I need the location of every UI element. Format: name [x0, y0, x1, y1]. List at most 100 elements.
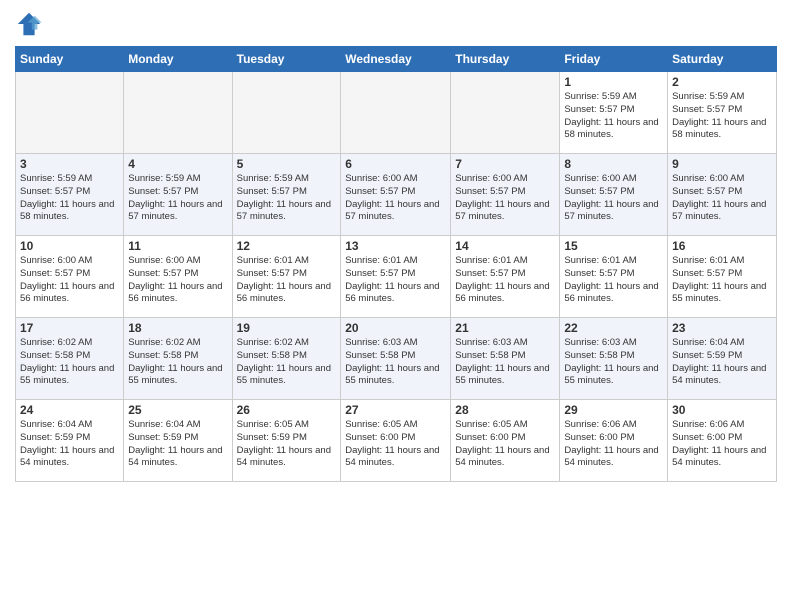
calendar-cell: 6 Sunrise: 6:00 AMSunset: 5:57 PMDaylight…: [341, 154, 451, 236]
day-number: 7: [455, 157, 555, 171]
calendar-cell: 5 Sunrise: 5:59 AMSunset: 5:57 PMDaylight…: [232, 154, 341, 236]
calendar-cell: 4 Sunrise: 5:59 AMSunset: 5:57 PMDaylight…: [124, 154, 232, 236]
day-info: Sunrise: 6:00 AMSunset: 5:57 PMDaylight:…: [128, 255, 227, 306]
day-info: Sunrise: 6:00 AMSunset: 5:57 PMDaylight:…: [20, 255, 119, 306]
day-number: 27: [345, 403, 446, 417]
day-info: Sunrise: 6:04 AMSunset: 5:59 PMDaylight:…: [672, 337, 772, 388]
calendar-cell: 23 Sunrise: 6:04 AMSunset: 5:59 PMDayligh…: [668, 318, 777, 400]
day-info: Sunrise: 6:02 AMSunset: 5:58 PMDaylight:…: [128, 337, 227, 388]
weekday-header-saturday: Saturday: [668, 47, 777, 72]
day-info: Sunrise: 6:01 AMSunset: 5:57 PMDaylight:…: [564, 255, 663, 306]
weekday-header-friday: Friday: [560, 47, 668, 72]
calendar-cell: 19 Sunrise: 6:02 AMSunset: 5:58 PMDayligh…: [232, 318, 341, 400]
day-number: 25: [128, 403, 227, 417]
day-number: 12: [237, 239, 337, 253]
day-number: 28: [455, 403, 555, 417]
day-info: Sunrise: 6:04 AMSunset: 5:59 PMDaylight:…: [20, 419, 119, 470]
day-info: Sunrise: 6:01 AMSunset: 5:57 PMDaylight:…: [237, 255, 337, 306]
day-number: 13: [345, 239, 446, 253]
day-number: 20: [345, 321, 446, 335]
weekday-header-tuesday: Tuesday: [232, 47, 341, 72]
calendar-week-row: 24 Sunrise: 6:04 AMSunset: 5:59 PMDayligh…: [16, 400, 777, 482]
calendar-table: SundayMondayTuesdayWednesdayThursdayFrid…: [15, 46, 777, 482]
calendar-week-row: 17Sunrise: 6:02 AMSunset: 5:58 PMDayligh…: [16, 318, 777, 400]
weekday-header-sunday: Sunday: [16, 47, 124, 72]
day-number: 10: [20, 239, 119, 253]
day-info: Sunrise: 6:01 AMSunset: 5:57 PMDaylight:…: [345, 255, 446, 306]
calendar-cell: 7 Sunrise: 6:00 AMSunset: 5:57 PMDaylight…: [451, 154, 560, 236]
day-number: 22: [564, 321, 663, 335]
calendar-cell: 20 Sunrise: 6:03 AMSunset: 5:58 PMDayligh…: [341, 318, 451, 400]
calendar-cell: 1Sunrise: 5:59 AMSunset: 5:57 PMDaylight…: [560, 72, 668, 154]
day-number: 23: [672, 321, 772, 335]
day-info: Sunrise: 5:59 AMSunset: 5:57 PMDaylight:…: [564, 91, 663, 142]
day-number: 4: [128, 157, 227, 171]
day-number: 9: [672, 157, 772, 171]
day-number: 30: [672, 403, 772, 417]
calendar-cell: 11 Sunrise: 6:00 AMSunset: 5:57 PMDayligh…: [124, 236, 232, 318]
day-info: Sunrise: 6:00 AMSunset: 5:57 PMDaylight:…: [564, 173, 663, 224]
calendar-cell: 10 Sunrise: 6:00 AMSunset: 5:57 PMDayligh…: [16, 236, 124, 318]
day-info: Sunrise: 6:03 AMSunset: 5:58 PMDaylight:…: [455, 337, 555, 388]
calendar-cell: [232, 72, 341, 154]
calendar-cell: 9Sunrise: 6:00 AMSunset: 5:57 PMDaylight…: [668, 154, 777, 236]
day-info: Sunrise: 6:06 AMSunset: 6:00 PMDaylight:…: [564, 419, 663, 470]
day-info: Sunrise: 5:59 AMSunset: 5:57 PMDaylight:…: [20, 173, 119, 224]
calendar-cell: 14 Sunrise: 6:01 AMSunset: 5:57 PMDayligh…: [451, 236, 560, 318]
calendar-week-row: 10 Sunrise: 6:00 AMSunset: 5:57 PMDayligh…: [16, 236, 777, 318]
calendar-cell: 3 Sunrise: 5:59 AMSunset: 5:57 PMDaylight…: [16, 154, 124, 236]
day-info: Sunrise: 6:00 AMSunset: 5:57 PMDaylight:…: [345, 173, 446, 224]
calendar-cell: 24 Sunrise: 6:04 AMSunset: 5:59 PMDayligh…: [16, 400, 124, 482]
page: SundayMondayTuesdayWednesdayThursdayFrid…: [0, 0, 792, 612]
weekday-header-monday: Monday: [124, 47, 232, 72]
calendar-cell: 25 Sunrise: 6:04 AMSunset: 5:59 PMDayligh…: [124, 400, 232, 482]
calendar-cell: 28Sunrise: 6:05 AMSunset: 6:00 PMDayligh…: [451, 400, 560, 482]
day-info: Sunrise: 5:59 AMSunset: 5:57 PMDaylight:…: [237, 173, 337, 224]
day-info: Sunrise: 6:02 AMSunset: 5:58 PMDaylight:…: [237, 337, 337, 388]
day-info: Sunrise: 6:04 AMSunset: 5:59 PMDaylight:…: [128, 419, 227, 470]
calendar-cell: 12 Sunrise: 6:01 AMSunset: 5:57 PMDayligh…: [232, 236, 341, 318]
day-number: 19: [237, 321, 337, 335]
day-number: 18: [128, 321, 227, 335]
calendar-cell: [341, 72, 451, 154]
day-number: 29: [564, 403, 663, 417]
calendar-cell: 2 Sunrise: 5:59 AMSunset: 5:57 PMDaylight…: [668, 72, 777, 154]
day-number: 16: [672, 239, 772, 253]
calendar-cell: 30 Sunrise: 6:06 AMSunset: 6:00 PMDayligh…: [668, 400, 777, 482]
calendar-cell: 18 Sunrise: 6:02 AMSunset: 5:58 PMDayligh…: [124, 318, 232, 400]
day-number: 8: [564, 157, 663, 171]
day-number: 26: [237, 403, 337, 417]
calendar-cell: 8 Sunrise: 6:00 AMSunset: 5:57 PMDaylight…: [560, 154, 668, 236]
day-number: 15: [564, 239, 663, 253]
day-info: Sunrise: 6:06 AMSunset: 6:00 PMDaylight:…: [672, 419, 772, 470]
day-info: Sunrise: 6:05 AMSunset: 6:00 PMDaylight:…: [345, 419, 446, 470]
day-info: Sunrise: 6:01 AMSunset: 5:57 PMDaylight:…: [672, 255, 772, 306]
weekday-header-row: SundayMondayTuesdayWednesdayThursdayFrid…: [16, 47, 777, 72]
day-info: Sunrise: 5:59 AMSunset: 5:57 PMDaylight:…: [128, 173, 227, 224]
day-number: 11: [128, 239, 227, 253]
calendar-week-row: 3 Sunrise: 5:59 AMSunset: 5:57 PMDaylight…: [16, 154, 777, 236]
calendar-cell: [451, 72, 560, 154]
day-number: 5: [237, 157, 337, 171]
day-number: 2: [672, 75, 772, 89]
day-number: 21: [455, 321, 555, 335]
day-info: Sunrise: 6:02 AMSunset: 5:58 PMDaylight:…: [20, 337, 119, 388]
calendar-cell: [16, 72, 124, 154]
calendar-cell: 26Sunrise: 6:05 AMSunset: 5:59 PMDayligh…: [232, 400, 341, 482]
calendar-cell: 15 Sunrise: 6:01 AMSunset: 5:57 PMDayligh…: [560, 236, 668, 318]
day-info: Sunrise: 6:00 AMSunset: 5:57 PMDaylight:…: [455, 173, 555, 224]
day-info: Sunrise: 6:03 AMSunset: 5:58 PMDaylight:…: [564, 337, 663, 388]
day-info: Sunrise: 5:59 AMSunset: 5:57 PMDaylight:…: [672, 91, 772, 142]
calendar-cell: 22 Sunrise: 6:03 AMSunset: 5:58 PMDayligh…: [560, 318, 668, 400]
calendar-week-row: 1Sunrise: 5:59 AMSunset: 5:57 PMDaylight…: [16, 72, 777, 154]
day-number: 3: [20, 157, 119, 171]
day-number: 14: [455, 239, 555, 253]
day-number: 6: [345, 157, 446, 171]
logo: [15, 10, 47, 38]
calendar-cell: 29 Sunrise: 6:06 AMSunset: 6:00 PMDayligh…: [560, 400, 668, 482]
day-info: Sunrise: 6:01 AMSunset: 5:57 PMDaylight:…: [455, 255, 555, 306]
logo-icon: [15, 10, 43, 38]
day-number: 24: [20, 403, 119, 417]
day-info: Sunrise: 6:03 AMSunset: 5:58 PMDaylight:…: [345, 337, 446, 388]
weekday-header-wednesday: Wednesday: [341, 47, 451, 72]
